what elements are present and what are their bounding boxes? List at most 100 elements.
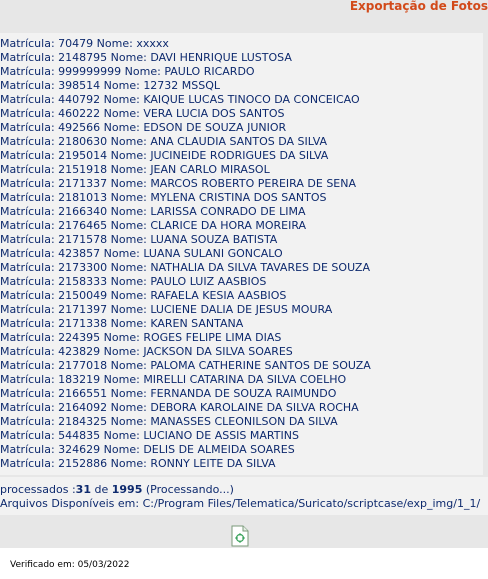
nome-label: Nome: xyxy=(110,317,147,330)
matricula-value: 2150049 xyxy=(58,289,108,302)
matricula-value: 423857 xyxy=(58,247,101,260)
nome-label: Nome: xyxy=(110,219,147,232)
matricula-value: 492566 xyxy=(58,121,101,134)
nome-label: Nome: xyxy=(103,93,140,106)
nome-value: ROGES FELIPE LIMA DIAS xyxy=(143,331,282,344)
log-list: Matrícula: 70479 Nome: xxxxx Matrícula: 2… xyxy=(0,37,371,471)
nome-label: Nome: xyxy=(110,457,147,470)
nome-value: KAREN SANTANA xyxy=(150,317,244,330)
log-line: Matrícula: 398514 Nome: 12732 MSSQL xyxy=(0,79,371,93)
matricula-value: 398514 xyxy=(58,79,101,92)
matricula-label: Matrícula: xyxy=(0,275,55,288)
nome-label: Nome: xyxy=(110,289,147,302)
nome-label: Nome: xyxy=(103,345,140,358)
nome-value: MARCOS ROBERTO PEREIRA DE SENA xyxy=(150,177,356,190)
nome-label: Nome: xyxy=(110,177,147,190)
nome-value: RAFAELA KESIA AASBIOS xyxy=(150,289,287,302)
matricula-value: 224395 xyxy=(58,331,101,344)
nome-label: Nome: xyxy=(110,359,147,372)
log-line: Matrícula: 324629 Nome: DELIS DE ALMEIDA… xyxy=(0,443,371,457)
matricula-value: 2158333 xyxy=(58,275,108,288)
matricula-value: 2166340 xyxy=(58,205,108,218)
log-line: Matrícula: 2166551 Nome: FERNANDA DE SOU… xyxy=(0,387,371,401)
nome-value: LUCIANO DE ASSIS MARTINS xyxy=(143,429,299,442)
matricula-value: 2180630 xyxy=(58,135,108,148)
matricula-label: Matrícula: xyxy=(0,429,55,442)
log-line: Matrícula: 2180630 Nome: ANA CLAUDIA SAN… xyxy=(0,135,371,149)
matricula-value: 2171397 xyxy=(58,303,108,316)
nome-value: PALOMA CATHERINE SANTOS DE SOUZA xyxy=(150,359,371,372)
nome-label: Nome: xyxy=(103,373,140,386)
path-label: Arquivos Disponíveis em: xyxy=(0,497,140,510)
matricula-label: Matrícula: xyxy=(0,233,55,246)
nome-label: Nome: xyxy=(110,149,147,162)
matricula-label: Matrícula: xyxy=(0,261,55,274)
log-line: Matrícula: 2150049 Nome: RAFAELA KESIA A… xyxy=(0,289,371,303)
nome-label: Nome: xyxy=(103,247,140,260)
nome-value: LUCIENE DALIA DE JESUS MOURA xyxy=(150,303,333,316)
nome-label: Nome: xyxy=(103,429,140,442)
matricula-label: Matrícula: xyxy=(0,51,55,64)
of-word: de xyxy=(94,483,109,496)
nome-value: 12732 MSSQL xyxy=(143,79,221,92)
nome-label: Nome: xyxy=(103,107,140,120)
nome-label: Nome: xyxy=(110,303,147,316)
matricula-value: 2176465 xyxy=(58,219,108,232)
log-line: Matrícula: 2184325 Nome: MANASSES CLEONI… xyxy=(0,415,371,429)
nome-value: DAVI HENRIQUE LUSTOSA xyxy=(150,51,292,64)
matricula-label: Matrícula: xyxy=(0,191,55,204)
matricula-label: Matrícula: xyxy=(0,219,55,232)
log-line: Matrícula: 999999999 Nome: PAULO RICARDO xyxy=(0,65,371,79)
nome-label: Nome: xyxy=(110,233,147,246)
export-photos-page: Exportação de Fotos Matrícula: 70479 Nom… xyxy=(0,0,488,579)
progress-line: processados :31 de 1995 (Processando...) xyxy=(0,483,234,497)
log-line: Matrícula: 2177018 Nome: PALOMA CATHERIN… xyxy=(0,359,371,373)
nome-value: ANA CLAUDIA SANTOS DA SILVA xyxy=(150,135,328,148)
matricula-label: Matrícula: xyxy=(0,443,55,456)
matricula-label: Matrícula: xyxy=(0,163,55,176)
log-line: Matrícula: 2171337 Nome: MARCOS ROBERTO … xyxy=(0,177,371,191)
nome-value: MANASSES CLEONILSON DA SILVA xyxy=(150,415,338,428)
matricula-value: 2164092 xyxy=(58,401,108,414)
nome-value: PAULO LUIZ AASBIOS xyxy=(150,275,267,288)
log-line: Matrícula: 423857 Nome: LUANA SULANI GON… xyxy=(0,247,371,261)
log-line: Matrícula: 460222 Nome: VERA LUCIA DOS S… xyxy=(0,107,371,121)
matricula-label: Matrícula: xyxy=(0,457,55,470)
log-line: Matrícula: 544835 Nome: LUCIANO DE ASSIS… xyxy=(0,429,371,443)
nome-value: xxxxx xyxy=(136,37,169,50)
matricula-label: Matrícula: xyxy=(0,317,55,330)
matricula-value: 2177018 xyxy=(58,359,108,372)
nome-value: MIRELLI CATARINA DA SILVA COELHO xyxy=(143,373,347,386)
export-file-icon[interactable] xyxy=(231,525,249,547)
path-line: Arquivos Disponíveis em: C:/Program File… xyxy=(0,497,480,511)
matricula-value: 2171337 xyxy=(58,177,108,190)
matricula-value: 2173300 xyxy=(58,261,108,274)
matricula-label: Matrícula: xyxy=(0,247,55,260)
nome-value: JACKSON DA SILVA SOARES xyxy=(143,345,293,358)
matricula-label: Matrícula: xyxy=(0,359,55,372)
log-line: Matrícula: 70479 Nome: xxxxx xyxy=(0,37,371,51)
matricula-value: 2184325 xyxy=(58,415,108,428)
matricula-label: Matrícula: xyxy=(0,373,55,386)
log-line: Matrícula: 2166340 Nome: LARISSA CONRADO… xyxy=(0,205,371,219)
status-panel: processados :31 de 1995 (Processando...)… xyxy=(0,477,488,515)
nome-label: Nome: xyxy=(110,415,147,428)
nome-value: VERA LUCIA DOS SANTOS xyxy=(143,107,285,120)
log-line: Matrícula: 2176465 Nome: CLARICE DA HORA… xyxy=(0,219,371,233)
nome-value: LUANA SULANI GONCALO xyxy=(143,247,283,260)
matricula-value: 2181013 xyxy=(58,191,108,204)
matricula-label: Matrícula: xyxy=(0,289,55,302)
nome-label: Nome: xyxy=(110,191,147,204)
matricula-label: Matrícula: xyxy=(0,345,55,358)
nome-label: Nome: xyxy=(110,401,147,414)
matricula-value: 324629 xyxy=(58,443,101,456)
matricula-label: Matrícula: xyxy=(0,387,55,400)
log-line: Matrícula: 2195014 Nome: JUCINEIDE RODRI… xyxy=(0,149,371,163)
progress-prefix: processados : xyxy=(0,483,76,496)
matricula-value: 70479 xyxy=(58,37,94,50)
matricula-label: Matrícula: xyxy=(0,177,55,190)
nome-value: RONNY LEITE DA SILVA xyxy=(150,457,276,470)
verified-date: Verificado em: 05/03/2022 xyxy=(10,560,130,570)
nome-label: Nome: xyxy=(110,261,147,274)
matricula-value: 460222 xyxy=(58,107,101,120)
